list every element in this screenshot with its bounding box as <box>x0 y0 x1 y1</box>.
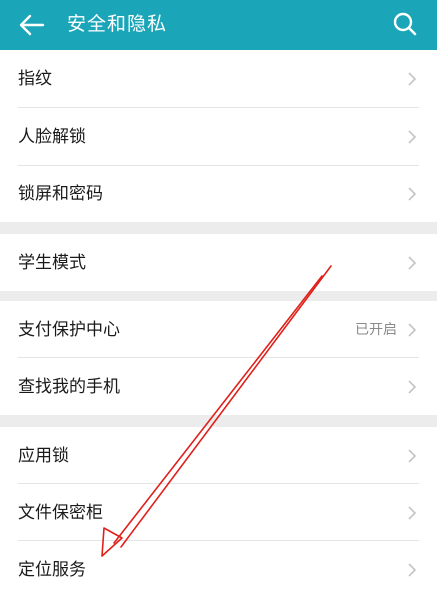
back-button[interactable] <box>16 9 48 41</box>
settings-item-label: 查找我的手机 <box>18 377 120 397</box>
settings-item-find-my-phone[interactable]: 查找我的手机 <box>0 358 437 415</box>
chevron-right-icon <box>408 563 417 577</box>
settings-item-payment-protection[interactable]: 支付保护中心 已开启 <box>0 301 437 358</box>
section-gap <box>0 291 437 301</box>
chevron-right-icon <box>408 256 417 270</box>
arrow-left-icon <box>19 14 45 36</box>
app-header: 安全和隐私 <box>0 0 437 50</box>
chevron-right-icon <box>408 72 417 86</box>
chevron-right-icon <box>408 187 417 201</box>
settings-item-face-unlock[interactable]: 人脸解锁 <box>0 108 437 166</box>
chevron-right-icon <box>408 380 417 394</box>
settings-item-lockscreen-password[interactable]: 锁屏和密码 <box>0 166 437 222</box>
settings-item-label: 人脸解锁 <box>18 127 86 147</box>
page-title: 安全和隐私 <box>67 13 168 35</box>
chevron-right-icon <box>408 323 417 337</box>
settings-item-student-mode[interactable]: 学生模式 <box>0 234 437 291</box>
status-text: 已开启 <box>355 322 397 338</box>
chevron-right-icon <box>408 130 417 144</box>
chevron-right-icon <box>408 506 417 520</box>
search-icon <box>393 12 417 36</box>
settings-item-label: 支付保护中心 <box>18 320 120 340</box>
settings-item-label: 应用锁 <box>18 446 69 466</box>
settings-item-app-lock[interactable]: 应用锁 <box>0 427 437 484</box>
settings-item-label: 学生模式 <box>18 253 86 273</box>
search-button[interactable] <box>388 7 422 41</box>
settings-item-label: 锁屏和密码 <box>18 184 103 204</box>
section-gap <box>0 222 437 234</box>
section-gap <box>0 415 437 427</box>
settings-item-location-services[interactable]: 定位服务 <box>0 541 437 593</box>
settings-item-file-safe[interactable]: 文件保密柜 <box>0 484 437 541</box>
settings-item-label: 文件保密柜 <box>18 503 103 523</box>
chevron-right-icon <box>408 449 417 463</box>
settings-item-fingerprint[interactable]: 指纹 <box>0 50 437 108</box>
settings-item-label: 指纹 <box>18 69 52 89</box>
settings-item-label: 定位服务 <box>18 560 86 580</box>
